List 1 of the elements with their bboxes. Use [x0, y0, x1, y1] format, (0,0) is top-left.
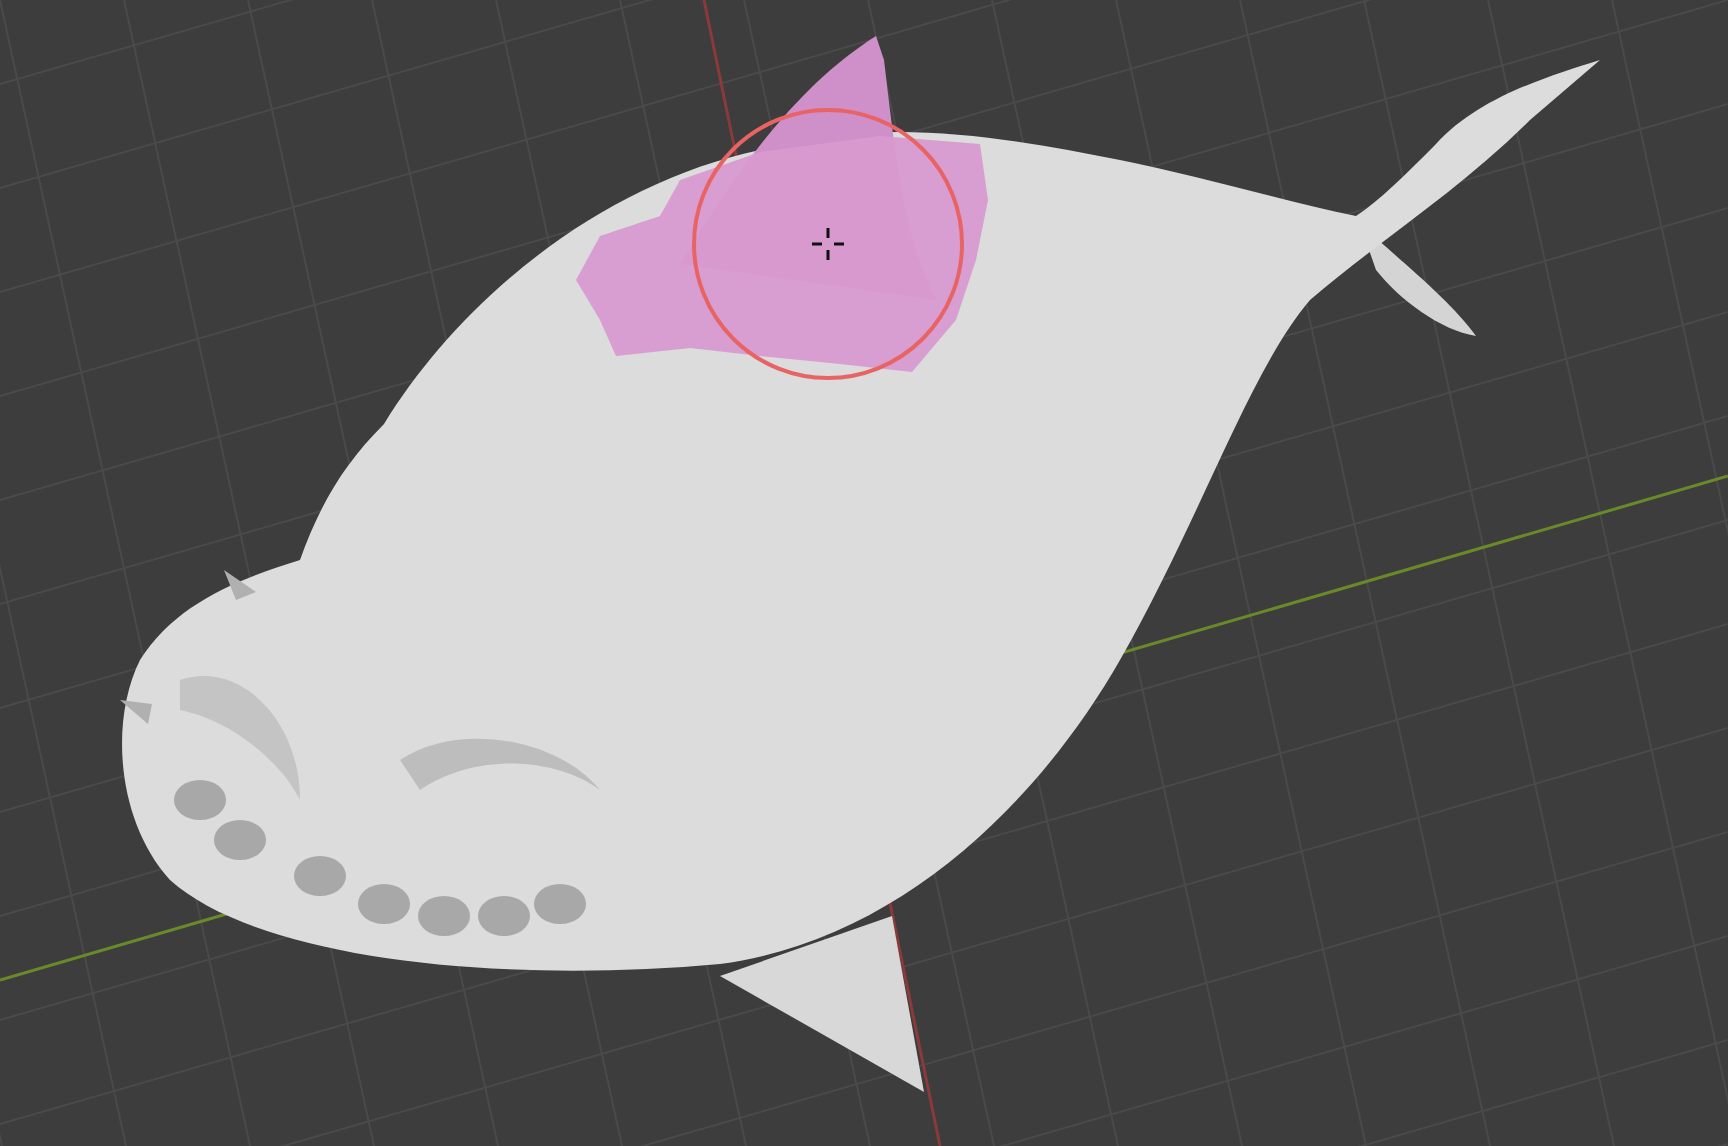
crosshair-icon — [812, 228, 844, 260]
